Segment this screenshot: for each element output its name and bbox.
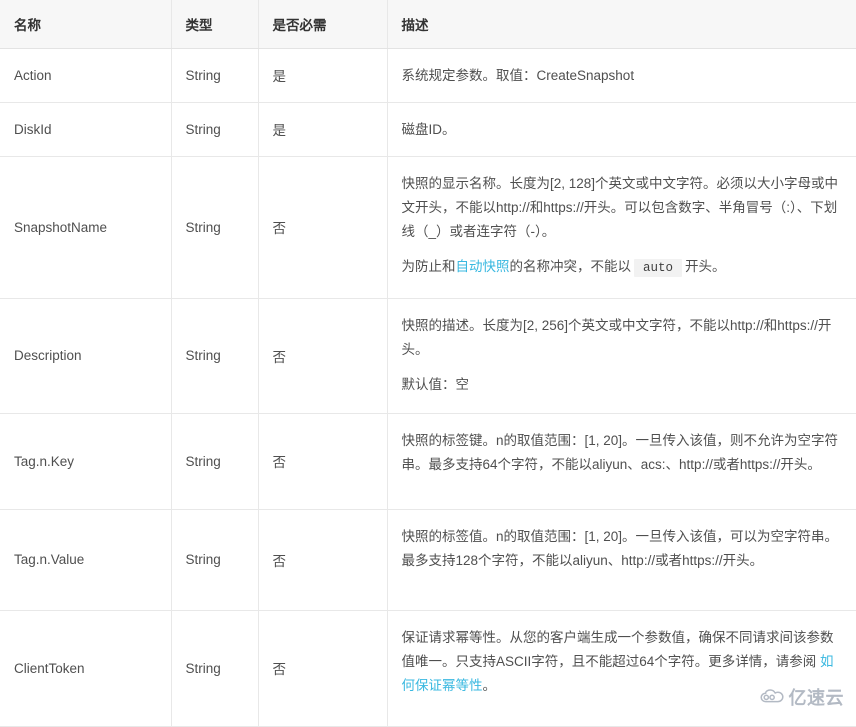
table-row: Description String 否快照的描述。长度为[2, 256]个英文或中… <box>0 298 856 414</box>
parameter-required-cell: 是 <box>258 48 388 103</box>
column-header-required: 是否必需 <box>258 0 388 49</box>
parameter-description-cell: 磁盘ID。 <box>387 102 856 157</box>
parameter-type-cell: String <box>171 413 259 510</box>
parameter-description-cell: 保证请求幂等性。从您的客户端生成一个参数值，确保不同请求间该参数值唯一。只支持A… <box>387 610 856 727</box>
parameter-type-cell: String <box>171 156 259 299</box>
table-row: Tag.n.Key String 否快照的标签键。n的取值范围：[1, 20]。一旦… <box>0 413 856 510</box>
parameter-description-cell: 快照的显示名称。长度为[2, 128]个英文或中文字符。必须以大小字母或中文开头… <box>387 156 856 299</box>
description-text: 快照的标签值。n的取值范围：[1, 20]。一旦传入该值，可以为空字符串。最多支… <box>401 528 839 568</box>
parameter-name-cell: ClientToken <box>0 610 172 727</box>
table-header: 名称 类型 是否必需 描述 <box>0 0 856 49</box>
description-text: 默认值：空 <box>401 376 470 392</box>
parameter-required-cell: 否 <box>258 509 388 611</box>
parameter-name-cell: Action <box>0 48 172 103</box>
api-parameter-table: 名称 类型 是否必需 描述 Action String 是系统规定参数。取值：Cre… <box>0 0 856 727</box>
table-row: Tag.n.Value String 否快照的标签值。n的取值范围：[1, 20]。… <box>0 509 856 611</box>
table-row: SnapshotName String 否快照的显示名称。长度为[2, 128]个英… <box>0 156 856 299</box>
column-header-description: 描述 <box>387 0 856 49</box>
parameter-name-cell: Tag.n.Key <box>0 413 172 510</box>
description-text: 快照的显示名称。长度为[2, 128]个英文或中文字符。必须以大小字母或中文开头… <box>401 175 839 239</box>
column-header-name: 名称 <box>0 0 172 49</box>
parameter-name-cell: Tag.n.Value <box>0 509 172 611</box>
description-text: 磁盘ID。 <box>401 121 456 137</box>
description-text: 系统规定参数。取值：CreateSnapshot <box>401 67 635 83</box>
description-text: 快照的标签键。n的取值范围：[1, 20]。一旦传入该值，则不允许为空字符串。最… <box>401 432 839 472</box>
description-text: 保证请求幂等性。从您的客户端生成一个参数值，确保不同请求间该参数值唯一。只支持A… <box>401 629 834 669</box>
description-paragraph: 保证请求幂等性。从您的客户端生成一个参数值，确保不同请求间该参数值唯一。只支持A… <box>402 626 843 698</box>
parameter-required-cell: 否 <box>258 156 388 299</box>
parameter-type-cell: String <box>171 298 259 414</box>
description-text: 快照的描述。长度为[2, 256]个英文或中文字符，不能以http://和htt… <box>401 317 832 357</box>
table-header-row: 名称 类型 是否必需 描述 <box>0 0 856 49</box>
description-paragraph: 磁盘ID。 <box>402 118 843 142</box>
parameter-name-cell: DiskId <box>0 102 172 157</box>
description-paragraph: 快照的显示名称。长度为[2, 128]个英文或中文字符。必须以大小字母或中文开头… <box>402 172 843 244</box>
parameter-description-cell: 快照的标签键。n的取值范围：[1, 20]。一旦传入该值，则不允许为空字符串。最… <box>387 413 856 510</box>
table-row: ClientToken String 否保证请求幂等性。从您的客户端生成一个参数值，… <box>0 610 856 727</box>
parameter-description-cell: 快照的描述。长度为[2, 256]个英文或中文字符，不能以http://和htt… <box>387 298 856 414</box>
table-row: DiskId String 是磁盘ID。 <box>0 102 856 157</box>
parameter-type-cell: String <box>171 509 259 611</box>
description-text: 为防止和 <box>401 258 456 274</box>
description-paragraph: 默认值：空 <box>402 373 843 397</box>
description-paragraph: 快照的标签值。n的取值范围：[1, 20]。一旦传入该值，可以为空字符串。最多支… <box>402 525 843 573</box>
parameter-description-cell: 系统规定参数。取值：CreateSnapshot <box>387 48 856 103</box>
table-row: Action String 是系统规定参数。取值：CreateSnapshot <box>0 48 856 103</box>
parameter-description-cell: 快照的标签值。n的取值范围：[1, 20]。一旦传入该值，可以为空字符串。最多支… <box>387 509 856 611</box>
inline-code-chip: auto <box>634 258 683 277</box>
description-text: 的名称冲突，不能以 <box>509 258 632 274</box>
parameter-name-cell: Description <box>0 298 172 414</box>
doc-link[interactable]: 自动快照 <box>456 259 510 274</box>
description-text: 开头。 <box>685 258 726 274</box>
parameter-name-cell: SnapshotName <box>0 156 172 299</box>
description-paragraph: 快照的标签键。n的取值范围：[1, 20]。一旦传入该值，则不允许为空字符串。最… <box>402 429 843 477</box>
parameter-required-cell: 否 <box>258 413 388 510</box>
parameter-type-cell: String <box>171 102 259 157</box>
column-header-type: 类型 <box>171 0 259 49</box>
parameter-required-cell: 否 <box>258 610 388 727</box>
description-paragraph: 快照的描述。长度为[2, 256]个英文或中文字符，不能以http://和htt… <box>402 314 843 362</box>
parameter-type-cell: String <box>171 48 259 103</box>
parameter-required-cell: 是 <box>258 102 388 157</box>
description-paragraph: 系统规定参数。取值：CreateSnapshot <box>402 64 843 88</box>
description-paragraph: 为防止和自动快照的名称冲突，不能以 auto 开头。 <box>402 255 843 279</box>
table-body: Action String 是系统规定参数。取值：CreateSnapshot Dis… <box>0 48 856 727</box>
parameter-type-cell: String <box>171 610 259 727</box>
description-text: 。 <box>482 677 497 693</box>
parameter-required-cell: 否 <box>258 298 388 414</box>
